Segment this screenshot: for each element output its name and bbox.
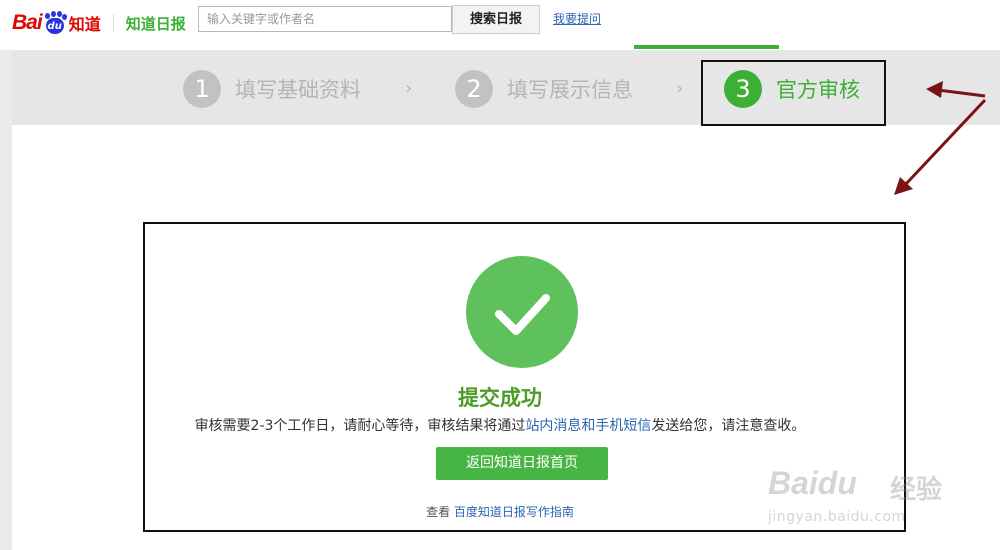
arrow-left-icon bbox=[926, 81, 986, 98]
watermark-name: 经验 bbox=[890, 475, 943, 505]
arrow-down-left-icon bbox=[894, 98, 987, 195]
baidu-jingyan-watermark: Baidu 经验 jingyan.baidu.com bbox=[768, 465, 993, 545]
watermark-logo: Baidu bbox=[768, 465, 857, 501]
watermark-url: jingyan.baidu.com bbox=[768, 509, 906, 525]
